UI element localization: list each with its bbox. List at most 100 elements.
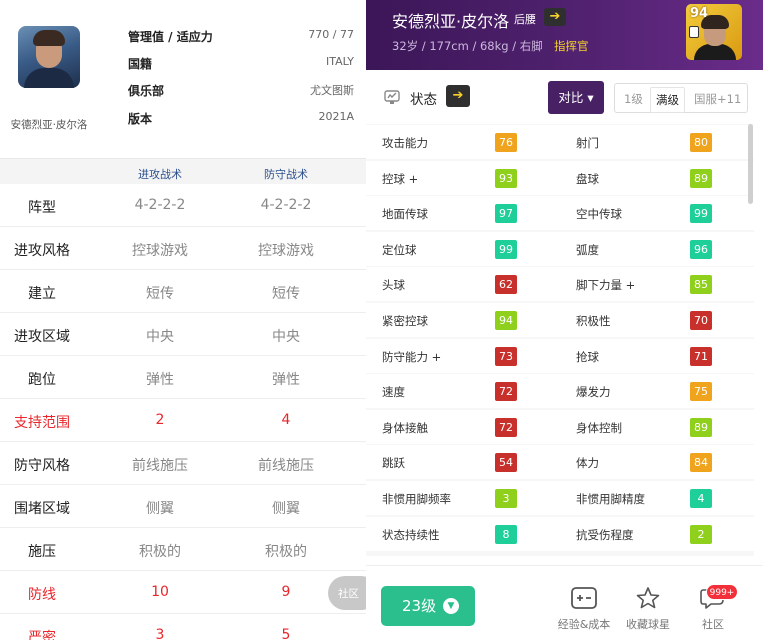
stat-name: 紧密控球 bbox=[382, 314, 428, 328]
stat-name: 非惯用脚频率 bbox=[382, 492, 451, 506]
stat-name: 抗受伤程度 bbox=[576, 527, 634, 542]
stat-row: 跳跃 54 体力 84 bbox=[366, 445, 754, 480]
stat-row: 身体接触 72 身体控制 89 bbox=[366, 409, 754, 444]
stat-name: 定位球 bbox=[382, 242, 417, 257]
stat-name: 控球 + bbox=[382, 171, 419, 186]
stat-row: 防守能力 + 73 抢球 71 bbox=[366, 338, 754, 373]
info-key: 俱乐部 bbox=[128, 84, 165, 98]
nav-exp-cost[interactable]: 经验&成本 bbox=[554, 586, 614, 632]
tactics-attack-value: 侧翼 bbox=[146, 501, 174, 517]
tactics-row-label: 进攻区域 bbox=[14, 329, 70, 345]
tactics-row-label: 阵型 bbox=[28, 200, 56, 216]
tactics-defense-value: 侧翼 bbox=[272, 501, 300, 517]
info-row-club: 俱乐部 尤文图斯 bbox=[128, 82, 354, 102]
player-title: 安德烈亚·皮尔洛 bbox=[392, 12, 510, 31]
stat-name: 弧度 bbox=[576, 242, 599, 257]
tactics-attack-value: 控球游戏 bbox=[132, 243, 188, 259]
stat-value-badge: 76 bbox=[495, 133, 517, 152]
info-row-version: 版本 2021A bbox=[128, 110, 354, 130]
status-toolbar: 状态 ➔ 对比 ▾ 1级 满级 国服+11 bbox=[366, 70, 763, 124]
stat-name: 盘球 bbox=[576, 171, 599, 186]
player-name: 安德烈亚·皮尔洛 bbox=[10, 119, 88, 131]
player-details: 32岁 / 177cm / 68kg / 右脚 bbox=[392, 39, 543, 53]
level-1-option[interactable]: 1级 bbox=[624, 91, 643, 107]
tactics-table: 进攻战术 防守战术 阵型 4-2-2-2 4-2-2-2 进攻风格 控球游戏 控球游戏 建立… bbox=[0, 158, 366, 640]
stat-row: 定位球 99 弧度 96 bbox=[366, 231, 754, 266]
stat-value-badge: 89 bbox=[690, 417, 712, 437]
info-value: ITALY bbox=[325, 55, 354, 68]
stat-value-badge: 71 bbox=[690, 346, 712, 366]
tactics-row: 施压 积极的 积极的 bbox=[0, 528, 366, 571]
stat-row: 速度 72 爆发力 75 bbox=[366, 374, 754, 409]
community-float-button[interactable]: 社区 bbox=[328, 576, 366, 610]
tactics-row-label: 防守风格 bbox=[14, 458, 70, 474]
stat-row: 攻击能力 76 射门 80 bbox=[366, 125, 754, 159]
player-avatar bbox=[18, 26, 80, 88]
tactics-attack-value: 2 bbox=[155, 412, 165, 428]
player-stats-panel: 安德烈亚·皮尔洛 后腰 ➔ 32岁 / 177cm / 68kg / 右脚 指挥… bbox=[366, 0, 763, 640]
tactics-row: 防守风格 前线施压 前线施压 bbox=[0, 442, 366, 485]
tactics-defense-value: 前线施压 bbox=[258, 458, 314, 474]
level-national-option[interactable]: 国服+11 bbox=[694, 91, 741, 107]
stat-value-badge: 72 bbox=[495, 382, 517, 402]
status-gauge-icon bbox=[384, 90, 400, 104]
position-label: 后腰 bbox=[514, 13, 536, 26]
info-value: 770 / 77 bbox=[308, 28, 354, 41]
stat-row: 控球 + 93 盘球 89 bbox=[366, 160, 754, 195]
tactics-row: 阵型 4-2-2-2 4-2-2-2 bbox=[0, 184, 366, 227]
stat-value-badge: 85 bbox=[690, 275, 712, 295]
stat-value-badge: 99 bbox=[495, 239, 517, 259]
tactics-defense-value: 中央 bbox=[272, 329, 300, 345]
tactics-attack-value: 前线施压 bbox=[132, 458, 188, 474]
compare-button[interactable]: 对比 ▾ bbox=[548, 81, 604, 114]
stat-name: 身体接触 bbox=[382, 420, 428, 435]
arrow-right-icon[interactable]: ➔ bbox=[544, 8, 566, 26]
level-max-option[interactable]: 满级 bbox=[650, 87, 685, 113]
status-label: 状态 bbox=[410, 92, 437, 108]
tactics-row-label: 严密 bbox=[28, 630, 56, 640]
tactics-attack-value: 弹性 bbox=[146, 372, 174, 388]
stat-name: 身体控制 bbox=[576, 420, 622, 435]
info-key: 国籍 bbox=[128, 57, 153, 71]
plus-minus-icon bbox=[571, 587, 597, 609]
stat-name: 脚下力量 + bbox=[576, 278, 636, 293]
stat-value-badge: 84 bbox=[690, 453, 712, 473]
stat-name: 跳跃 bbox=[382, 456, 405, 471]
tactics-defense-value: 积极的 bbox=[265, 544, 307, 560]
stat-name: 空中传球 bbox=[576, 207, 622, 222]
stat-name: 爆发力 bbox=[576, 385, 611, 400]
tactics-attack-value: 中央 bbox=[146, 329, 174, 345]
nav-favorites[interactable]: 收藏球星 bbox=[618, 586, 678, 632]
player-header: 安德烈亚·皮尔洛 后腰 ➔ 32岁 / 177cm / 68kg / 右脚 指挥… bbox=[366, 0, 763, 70]
tactics-defense-value: 9 bbox=[281, 584, 291, 600]
stat-row: 紧密控球 94 积极性 70 bbox=[366, 303, 754, 337]
tactics-row: 进攻区域 中央 中央 bbox=[0, 313, 366, 356]
stat-row: 非惯用脚频率 3 非惯用脚精度 4 bbox=[366, 481, 754, 515]
stat-name: 攻击能力 bbox=[382, 136, 428, 150]
level-select-button[interactable]: 23级 ▼ bbox=[381, 586, 475, 626]
tactics-header: 进攻战术 防守战术 bbox=[0, 158, 366, 184]
player-card[interactable]: 94 bbox=[686, 4, 742, 60]
tactics-row-label: 进攻风格 bbox=[14, 243, 70, 259]
info-key: 管理值 / 适应力 bbox=[128, 30, 213, 44]
stat-value-badge: 96 bbox=[690, 239, 712, 259]
arrow-right-icon[interactable]: ➔ bbox=[446, 85, 470, 107]
stat-name: 头球 bbox=[382, 278, 405, 293]
stat-row: 头球 62 脚下力量 + 85 bbox=[366, 267, 754, 302]
tactics-row-label: 围堵区域 bbox=[14, 501, 70, 517]
info-key: 版本 bbox=[128, 112, 153, 126]
stat-name: 状态持续性 bbox=[382, 527, 440, 542]
tactics-row-label: 防线 bbox=[28, 587, 56, 603]
bottom-bar: 23级 ▼ 经验&成本 收藏球星 社区 999+ bbox=[366, 565, 763, 640]
stat-name: 防守能力 + bbox=[382, 349, 442, 364]
stat-row: 地面传球 97 空中传球 99 bbox=[366, 196, 754, 231]
stat-name: 积极性 bbox=[576, 314, 611, 328]
stat-value-badge: 62 bbox=[495, 275, 517, 295]
tactics-row: 围堵区域 侧翼 侧翼 bbox=[0, 485, 366, 528]
tactics-defense-value: 短传 bbox=[272, 286, 300, 302]
tactics-rows: 阵型 4-2-2-2 4-2-2-2 进攻风格 控球游戏 控球游戏 建立 短传 短传 进攻区域 中央… bbox=[0, 184, 366, 640]
tactics-row: 支持范围 2 4 bbox=[0, 399, 366, 442]
tactics-defense-value: 弹性 bbox=[272, 372, 300, 388]
stat-value-badge: 70 bbox=[690, 311, 712, 330]
scrollbar[interactable] bbox=[748, 124, 753, 204]
